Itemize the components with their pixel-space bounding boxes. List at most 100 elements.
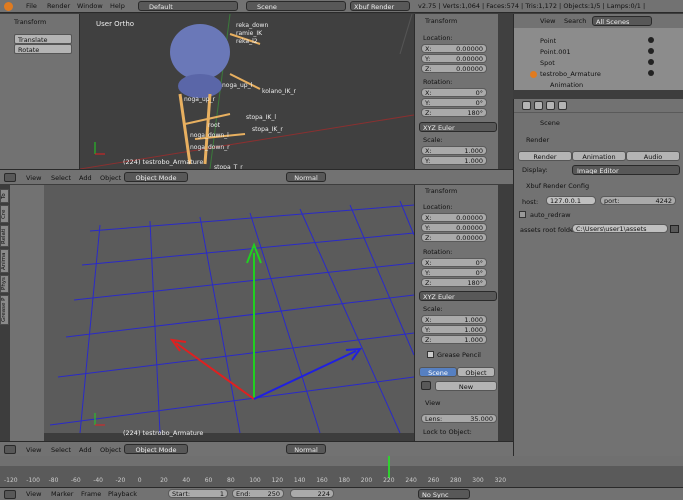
scale-z-field[interactable]: Z: 1.000	[421, 335, 487, 344]
rot-y-field[interactable]: Y: 0°	[421, 98, 487, 107]
blender-logo-icon[interactable]	[4, 2, 13, 11]
playhead[interactable]	[388, 456, 390, 478]
visibility-eye-icon[interactable]	[648, 59, 654, 65]
tab-physics[interactable]: Phys	[0, 275, 9, 293]
outliner-item[interactable]: Point.001	[540, 48, 571, 56]
menu-object[interactable]: Object	[100, 173, 121, 183]
scale-y-key: Y:	[425, 326, 431, 334]
scale-y-field[interactable]: Y: 1.000	[421, 325, 487, 334]
scale-x-field[interactable]: X: 1.000	[421, 146, 487, 155]
menu-render[interactable]: Render	[47, 1, 70, 11]
host-field[interactable]: 127.0.0.1	[546, 196, 596, 205]
sync-mode-label: No Sync	[422, 491, 449, 499]
outliner-item[interactable]: Point	[540, 37, 556, 45]
menu-view[interactable]: View	[26, 173, 41, 183]
start-frame-field[interactable]: Start: 1	[168, 489, 228, 498]
rotation-mode-select[interactable]: XYZ Euler	[419, 122, 497, 132]
tab-animation[interactable]: Anima	[0, 249, 9, 273]
timeline-tick-label: 120	[271, 477, 284, 484]
object-context-icon[interactable]	[558, 101, 567, 110]
tab-create[interactable]: Cre	[0, 205, 9, 223]
grease-new-button[interactable]: New	[435, 381, 497, 391]
scale-x-field[interactable]: X: 1.000	[421, 315, 487, 324]
loc-z-field[interactable]: Z: 0.00000	[421, 233, 487, 242]
assets-root-field[interactable]: C:\Users\user1\assets	[572, 224, 668, 233]
render-context-icon[interactable]	[522, 101, 531, 110]
orientation-label: Normal	[294, 446, 318, 454]
outliner-menu-view[interactable]: View	[540, 16, 555, 26]
timeline-menu-playback[interactable]: Playback	[108, 489, 137, 499]
animation-button[interactable]: Animation	[572, 151, 626, 161]
render-button[interactable]: Render	[518, 151, 572, 161]
timeline-menu-marker[interactable]: Marker	[51, 489, 73, 499]
mode-select[interactable]: Object Mode	[124, 172, 188, 182]
timeline-menu-frame[interactable]: Frame	[81, 489, 101, 499]
audio-button[interactable]: Audio	[626, 151, 680, 161]
loc-y-field[interactable]: Y: 0.00000	[421, 54, 487, 63]
current-frame-field[interactable]: 224	[290, 489, 334, 498]
outliner-filter-select[interactable]: All Scenes	[592, 16, 652, 26]
menu-help[interactable]: Help	[110, 1, 125, 11]
grease-pencil-checkbox[interactable]	[427, 351, 434, 358]
menu-add[interactable]: Add	[79, 173, 92, 183]
outliner-item[interactable]: Spot	[540, 59, 555, 67]
outliner-item[interactable]: Animation	[550, 81, 583, 89]
pencil-icon[interactable]	[421, 381, 431, 390]
loc-x-field[interactable]: X: 0.00000	[421, 213, 487, 222]
loc-x-value: 0.00000	[456, 45, 483, 53]
scale-x-key: X:	[425, 316, 432, 324]
layout-selector[interactable]: Default	[138, 1, 238, 11]
menu-window[interactable]: Window	[77, 1, 103, 11]
visibility-eye-icon[interactable]	[648, 37, 654, 43]
translate-button[interactable]: Translate	[14, 34, 72, 44]
loc-y-field[interactable]: Y: 0.00000	[421, 223, 487, 232]
rot-x-field[interactable]: X: 0°	[421, 258, 487, 267]
rotation-mode-select[interactable]: XYZ Euler	[419, 291, 497, 301]
rotate-button[interactable]: Rotate	[14, 44, 72, 54]
timeline-menu-view[interactable]: View	[26, 489, 41, 499]
tab-grease-pencil[interactable]: Grease P	[0, 295, 9, 325]
rot-x-field[interactable]: X: 0°	[421, 88, 487, 97]
outliner-item[interactable]: testrobo_Armature	[540, 70, 601, 78]
loc-z-field[interactable]: Z: 0.00000	[421, 64, 487, 73]
world-context-icon[interactable]	[546, 101, 555, 110]
orientation-select[interactable]: Normal	[286, 444, 326, 454]
render-engine-select[interactable]: Xbuf Render	[350, 1, 410, 11]
editor-type-icon[interactable]	[4, 173, 16, 182]
rot-z-field[interactable]: Z: 180°	[421, 108, 487, 117]
end-frame-field[interactable]: End: 250	[232, 489, 284, 498]
rot-y-value: 0°	[475, 269, 483, 277]
menu-view[interactable]: View	[26, 445, 41, 455]
menu-select[interactable]: Select	[51, 173, 71, 183]
tab-tools-label: To	[1, 193, 7, 199]
orientation-select[interactable]: Normal	[286, 172, 326, 182]
rot-z-field[interactable]: Z: 180°	[421, 278, 487, 287]
scene-context-icon[interactable]	[534, 101, 543, 110]
folder-icon[interactable]	[670, 225, 679, 233]
editor-type-icon[interactable]	[4, 445, 16, 454]
object-label: (224) testrobo_Armature	[123, 429, 204, 437]
lens-field[interactable]: Lens: 35.000	[421, 414, 497, 423]
visibility-eye-icon[interactable]	[648, 48, 654, 54]
display-select[interactable]: Image Editor	[572, 165, 680, 175]
scale-y-field[interactable]: Y: 1.000	[421, 156, 487, 165]
mode-select[interactable]: Object Mode	[124, 444, 188, 454]
outliner-menu-search[interactable]: Search	[564, 16, 586, 26]
rot-y-field[interactable]: Y: 0°	[421, 268, 487, 277]
port-field[interactable]: port: 4242	[600, 196, 676, 205]
loc-x-field[interactable]: X: 0.00000	[421, 44, 487, 53]
auto-redraw-checkbox[interactable]	[519, 211, 526, 218]
timeline-header: View Marker Frame Playback Start: 1 End: 2…	[0, 487, 683, 500]
menu-select[interactable]: Select	[51, 445, 71, 455]
grease-object-button[interactable]: Object	[457, 367, 495, 377]
visibility-eye-icon[interactable]	[648, 70, 654, 76]
grease-scene-button[interactable]: Scene	[419, 367, 457, 377]
sync-mode-select[interactable]: No Sync	[418, 489, 470, 499]
menu-object[interactable]: Object	[100, 445, 121, 455]
editor-type-icon[interactable]	[4, 490, 16, 499]
tab-tools[interactable]: To	[0, 189, 9, 203]
menu-file[interactable]: File	[26, 1, 37, 11]
tab-relations[interactable]: Relati	[0, 225, 9, 247]
scene-selector[interactable]: Scene	[246, 1, 346, 11]
menu-add[interactable]: Add	[79, 445, 92, 455]
